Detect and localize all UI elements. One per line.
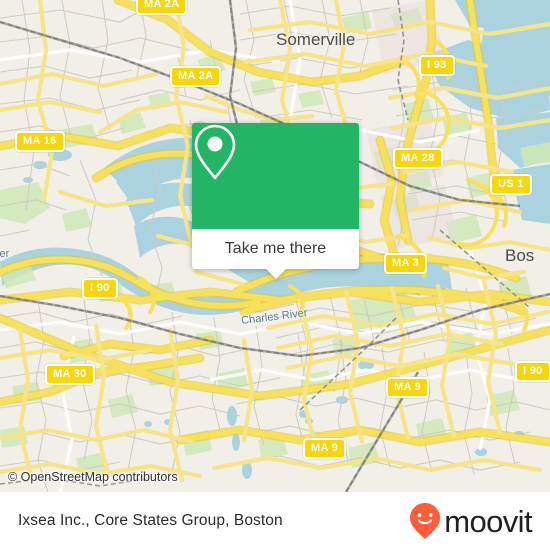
- place-label-boston: Bos: [505, 246, 535, 265]
- road-shield-ma-28: MA 28: [393, 148, 443, 169]
- map-screenshot: Somerville Bos Charles River ver MA 2A M…: [0, 0, 550, 550]
- road-shield-ma-2a: MA 2A: [170, 66, 222, 87]
- place-label-somerville: Somerville: [276, 30, 356, 49]
- road-shield-ma-9-south: MA 9: [303, 438, 347, 459]
- road-shield-i-90-east: I 90: [515, 361, 550, 382]
- map-canvas[interactable]: Somerville Bos Charles River ver MA 2A M…: [0, 0, 550, 492]
- road-shield-ma-30: MA 30: [45, 364, 95, 385]
- road-shield-ma-9-east: MA 9: [386, 377, 430, 398]
- callout-action-area[interactable]: Take me there: [192, 229, 359, 279]
- footer-bar: Ixsea Inc., Core States Group, Boston mo…: [0, 492, 550, 550]
- moovit-brand[interactable]: moovit: [408, 502, 533, 540]
- road-shield-us-1: US 1: [490, 174, 532, 195]
- callout-icon-area: [192, 123, 359, 229]
- moovit-wordmark: moovit: [444, 503, 532, 539]
- map-attribution[interactable]: © OpenStreetMap contributors: [8, 470, 178, 484]
- moovit-smiley-pin-icon: [410, 503, 441, 539]
- map-pin-icon: [194, 124, 236, 180]
- water-label-river-truncated: ver: [0, 248, 10, 260]
- callout-pointer-tail: [264, 268, 287, 279]
- take-me-there-label: Take me there: [224, 240, 327, 257]
- road-shield-i-93: I 93: [419, 55, 455, 76]
- location-title: Ixsea Inc., Core States Group, Boston: [18, 512, 283, 529]
- destination-callout-card[interactable]: Take me there: [192, 123, 359, 279]
- road-shield-i-90-west: I 90: [82, 278, 118, 299]
- road-shield-ma-16: MA 16: [15, 131, 65, 152]
- road-shield-ma-3: MA 3: [384, 253, 428, 274]
- road-shield-ma-2a-north: MA 2A: [136, 0, 188, 15]
